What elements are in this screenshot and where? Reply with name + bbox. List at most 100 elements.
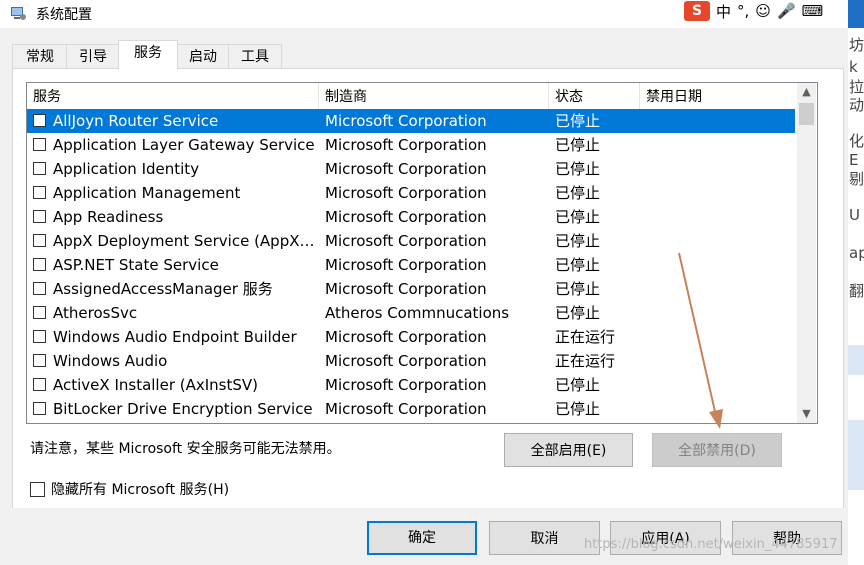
table-row[interactable]: App Readiness Microsoft Corporation 已停止 bbox=[27, 205, 795, 229]
service-manufacturer: Microsoft Corporation bbox=[325, 256, 487, 274]
list-header: 服务 制造商 状态 禁用日期 bbox=[27, 83, 797, 109]
service-name: Application Management bbox=[53, 184, 241, 202]
services-list[interactable]: 服务 制造商 状态 禁用日期 AllJoyn Router Service Mic… bbox=[26, 82, 818, 424]
scroll-thumb[interactable] bbox=[799, 103, 814, 125]
bg-text: ap bbox=[849, 244, 864, 262]
service-checkbox[interactable] bbox=[33, 354, 46, 367]
window-title: 系统配置 bbox=[36, 7, 92, 23]
bg-text: 化E bbox=[849, 132, 864, 169]
bg-text: k拉 bbox=[849, 58, 864, 96]
service-status: 正在运行 bbox=[555, 352, 616, 370]
bg-text: 翻 bbox=[849, 282, 864, 300]
table-row[interactable]: Windows Audio Microsoft Corporation 正在运行 bbox=[27, 349, 795, 373]
sogou-logo-icon[interactable]: S bbox=[684, 1, 710, 21]
service-manufacturer: Microsoft Corporation bbox=[325, 280, 487, 298]
service-manufacturer: Microsoft Corporation bbox=[325, 136, 487, 154]
service-manufacturer: Microsoft Corporation bbox=[325, 376, 487, 394]
service-name: Application Identity bbox=[53, 160, 200, 178]
service-status: 已停止 bbox=[555, 184, 601, 202]
service-name: BitLocker Drive Encryption Service bbox=[53, 400, 313, 418]
hide-ms-checkbox[interactable] bbox=[30, 481, 45, 497]
service-checkbox[interactable] bbox=[33, 306, 46, 319]
tab-tools[interactable]: 工具 bbox=[228, 44, 282, 69]
enable-all-button[interactable]: 全部启用(E) bbox=[504, 433, 633, 467]
service-checkbox[interactable] bbox=[33, 138, 46, 151]
service-status: 已停止 bbox=[555, 160, 601, 178]
column-header-disable-date[interactable]: 禁用日期 bbox=[640, 83, 797, 109]
service-status: 已停止 bbox=[555, 376, 601, 394]
background-titlebar bbox=[848, 0, 864, 28]
ime-voice-icon[interactable]: 🎤 bbox=[777, 2, 796, 20]
service-checkbox[interactable] bbox=[33, 186, 46, 199]
tab-services[interactable]: 服务 bbox=[118, 40, 178, 70]
tab-startup[interactable]: 启动 bbox=[176, 44, 230, 69]
disable-all-button[interactable]: 全部禁用(D) bbox=[652, 433, 782, 467]
service-manufacturer: Microsoft Corporation bbox=[325, 352, 487, 370]
service-checkbox[interactable] bbox=[33, 402, 46, 415]
service-name: Application Layer Gateway Service bbox=[53, 136, 315, 154]
table-row[interactable]: ASP.NET State Service Microsoft Corporati… bbox=[27, 253, 795, 277]
table-row[interactable]: AllJoyn Router Service Microsoft Corporat… bbox=[27, 109, 795, 133]
service-status: 已停止 bbox=[555, 208, 601, 226]
service-checkbox[interactable] bbox=[33, 258, 46, 271]
column-header-manufacturer[interactable]: 制造商 bbox=[319, 83, 549, 109]
bg-text: 动 bbox=[849, 96, 864, 114]
background-window-strip: 坊 k拉 动 化E 剔 U ap 翻 bbox=[848, 0, 864, 565]
service-manufacturer: Microsoft Corporation bbox=[325, 232, 487, 250]
service-manufacturer: Microsoft Corporation bbox=[325, 400, 487, 418]
hide-ms-label: 隐藏所有 Microsoft 服务(H) bbox=[51, 482, 230, 498]
table-row[interactable]: AppX Deployment Service (AppXS... Microso… bbox=[27, 229, 795, 253]
table-row[interactable]: Application Layer Gateway Service Microso… bbox=[27, 133, 795, 157]
tab-boot[interactable]: 引导 bbox=[66, 44, 120, 69]
service-name: AssignedAccessManager 服务 bbox=[53, 280, 273, 298]
ime-emoji-icon[interactable]: ☺ bbox=[755, 2, 771, 20]
service-status: 已停止 bbox=[555, 136, 601, 154]
table-row[interactable]: Windows Audio Endpoint Builder Microsoft … bbox=[27, 325, 795, 349]
column-header-status[interactable]: 状态 bbox=[549, 83, 640, 109]
ime-keyboard-icon[interactable]: ⌨ bbox=[802, 2, 824, 20]
service-status: 已停止 bbox=[555, 232, 601, 250]
service-checkbox[interactable] bbox=[33, 330, 46, 343]
service-name: ActiveX Installer (AxInstSV) bbox=[53, 376, 259, 394]
service-manufacturer: Microsoft Corporation bbox=[325, 112, 487, 130]
service-checkbox[interactable] bbox=[33, 234, 46, 247]
service-manufacturer: Microsoft Corporation bbox=[325, 208, 487, 226]
scroll-up-icon[interactable]: ▲ bbox=[797, 83, 816, 101]
table-row[interactable]: Application Identity Microsoft Corporatio… bbox=[27, 157, 795, 181]
tab-general[interactable]: 常规 bbox=[12, 44, 68, 69]
list-scrollbar[interactable]: ▲ ▼ bbox=[797, 83, 816, 423]
table-row[interactable]: BitLocker Drive Encryption Service Micros… bbox=[27, 397, 795, 421]
hide-microsoft-services[interactable]: 隐藏所有 Microsoft 服务(H) bbox=[30, 479, 229, 499]
service-checkbox[interactable] bbox=[33, 114, 46, 127]
service-checkbox[interactable] bbox=[33, 378, 46, 391]
service-status: 已停止 bbox=[555, 280, 601, 298]
service-name: Windows Audio Endpoint Builder bbox=[53, 328, 297, 346]
table-row[interactable]: AssignedAccessManager 服务 Microsoft Corpor… bbox=[27, 277, 795, 301]
bg-text: 剔 bbox=[849, 170, 864, 188]
service-checkbox[interactable] bbox=[33, 210, 46, 223]
service-name: ASP.NET State Service bbox=[53, 256, 219, 274]
table-row[interactable]: Application Management Microsoft Corporat… bbox=[27, 181, 795, 205]
service-status: 已停止 bbox=[555, 304, 601, 322]
service-status: 正在运行 bbox=[555, 328, 616, 346]
service-name: App Readiness bbox=[53, 208, 164, 226]
service-checkbox[interactable] bbox=[33, 282, 46, 295]
ime-toolbar[interactable]: S 中 °, ☺ 🎤 ⌨ bbox=[684, 0, 848, 22]
service-manufacturer: Microsoft Corporation bbox=[325, 184, 487, 202]
ime-punctuation-icon[interactable]: °, bbox=[737, 2, 749, 20]
ime-lang-toggle[interactable]: 中 bbox=[716, 1, 731, 22]
table-row[interactable]: AtherosSvc Atheros Commnucations 已停止 bbox=[27, 301, 795, 325]
ok-button[interactable]: 确定 bbox=[367, 521, 477, 555]
service-checkbox[interactable] bbox=[33, 162, 46, 175]
service-manufacturer: Microsoft Corporation bbox=[325, 328, 487, 346]
scroll-down-icon[interactable]: ▼ bbox=[797, 405, 816, 423]
table-row[interactable]: ActiveX Installer (AxInstSV) Microsoft Co… bbox=[27, 373, 795, 397]
column-header-service[interactable]: 服务 bbox=[27, 83, 319, 109]
watermark-text: https://blog.csdn.net/weixin_44785917 bbox=[584, 537, 838, 552]
bg-block bbox=[848, 420, 864, 490]
service-status: 已停止 bbox=[555, 112, 601, 130]
msconfig-app-icon bbox=[11, 7, 26, 20]
security-note: 请注意，某些 Microsoft 安全服务可能无法禁用。 bbox=[30, 441, 341, 457]
service-status: 已停止 bbox=[555, 400, 601, 418]
service-manufacturer: Atheros Commnucations bbox=[325, 304, 510, 322]
